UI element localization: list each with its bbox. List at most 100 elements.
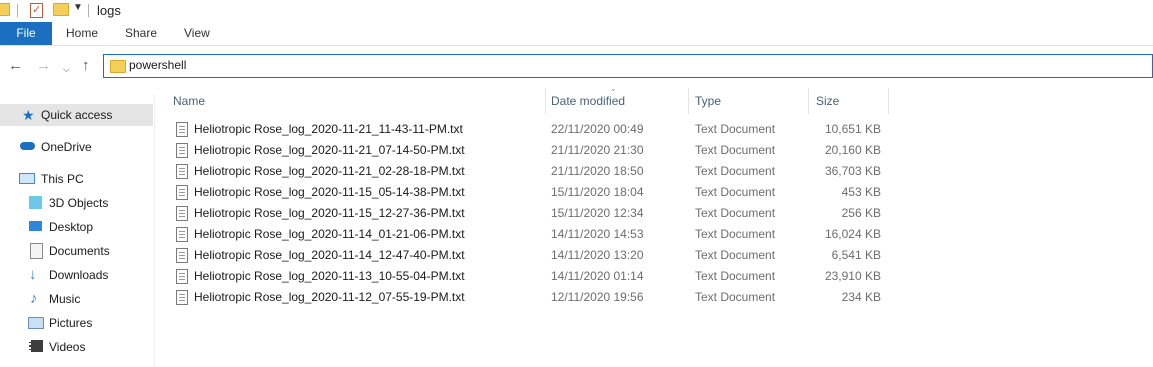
- file-date: 14/11/2020 01:14: [551, 269, 644, 283]
- column-header-size[interactable]: Size: [816, 86, 839, 116]
- file-size: 256 KB: [841, 206, 881, 220]
- nav-item-this-pc[interactable]: This PC: [0, 168, 153, 190]
- file-row[interactable]: Heliotropic Rose_log_2020-11-21_07-14-50…: [160, 140, 1153, 161]
- nav-item-label: Downloads: [49, 268, 109, 282]
- documents-icon: [30, 243, 43, 259]
- nav-item-desktop[interactable]: Desktop: [0, 216, 153, 238]
- separator: [88, 4, 89, 17]
- nav-item-label: OneDrive: [41, 140, 92, 154]
- window-title: logs: [97, 3, 121, 18]
- file-type: Text Document: [695, 227, 776, 241]
- computer-icon: [19, 173, 35, 184]
- file-type: Text Document: [695, 248, 776, 262]
- file-list: ⌄ Name Date modified Type Size Heliotrop…: [160, 84, 1153, 367]
- text-file-icon: [176, 122, 188, 137]
- customize-quick-access-icon[interactable]: ▼: [73, 2, 83, 13]
- navigation-bar: ← → ⌵ ↑ powershell: [0, 46, 1153, 86]
- file-size: 10,651 KB: [824, 122, 881, 136]
- nav-item-3d-objects[interactable]: 3D Objects: [0, 192, 153, 214]
- file-type: Text Document: [695, 290, 776, 304]
- nav-item-downloads[interactable]: ↓ Downloads: [0, 264, 153, 286]
- nav-item-label: Videos: [49, 340, 86, 354]
- nav-item-onedrive[interactable]: OneDrive: [0, 136, 153, 158]
- text-file-icon: [176, 290, 188, 305]
- file-name: Heliotropic Rose_log_2020-11-21_11-43-11…: [194, 122, 463, 136]
- file-row[interactable]: Heliotropic Rose_log_2020-11-15_12-27-36…: [160, 203, 1153, 224]
- film-icon: [29, 340, 43, 352]
- file-type: Text Document: [695, 164, 776, 178]
- address-bar[interactable]: powershell: [103, 54, 1153, 78]
- tab-home[interactable]: Home: [66, 22, 98, 45]
- text-file-icon: [176, 164, 188, 179]
- nav-item-documents[interactable]: Documents: [0, 240, 153, 262]
- nav-item-quick-access[interactable]: ★ Quick access: [0, 104, 153, 126]
- nav-item-label: This PC: [41, 172, 84, 186]
- file-row[interactable]: Heliotropic Rose_log_2020-11-21_02-28-18…: [160, 161, 1153, 182]
- file-date: 15/11/2020 18:04: [551, 185, 644, 199]
- file-size: 23,910 KB: [824, 269, 881, 283]
- file-name: Heliotropic Rose_log_2020-11-15_05-14-38…: [194, 185, 465, 199]
- nav-item-videos[interactable]: Videos: [0, 336, 153, 358]
- file-date: 14/11/2020 14:53: [551, 227, 644, 241]
- file-type: Text Document: [695, 143, 776, 157]
- file-type: Text Document: [695, 122, 776, 136]
- file-row[interactable]: Heliotropic Rose_log_2020-11-14_12-47-40…: [160, 245, 1153, 266]
- recent-locations-chevron-icon[interactable]: ⌵: [63, 59, 70, 79]
- nav-item-music[interactable]: ♪ Music: [0, 288, 153, 310]
- file-row[interactable]: Heliotropic Rose_log_2020-11-21_11-43-11…: [160, 119, 1153, 140]
- download-arrow-icon: ↓: [29, 266, 37, 283]
- file-row[interactable]: Heliotropic Rose_log_2020-11-15_05-14-38…: [160, 182, 1153, 203]
- column-divider[interactable]: [688, 88, 689, 114]
- pictures-icon: [28, 317, 44, 329]
- file-name: Heliotropic Rose_log_2020-11-13_10-55-04…: [194, 269, 465, 283]
- file-date: 22/11/2020 00:49: [551, 122, 644, 136]
- file-size: 234 KB: [841, 290, 881, 304]
- new-folder-icon[interactable]: [53, 3, 69, 16]
- tab-view[interactable]: View: [184, 22, 210, 45]
- column-divider[interactable]: [545, 88, 546, 114]
- properties-icon[interactable]: [30, 3, 43, 18]
- cube-icon: [29, 196, 42, 209]
- nav-item-label: 3D Objects: [49, 196, 109, 210]
- nav-item-label: Quick access: [41, 108, 113, 122]
- column-divider[interactable]: [808, 88, 809, 114]
- file-name: Heliotropic Rose_log_2020-11-12_07-55-19…: [194, 290, 465, 304]
- file-size: 453 KB: [841, 185, 881, 199]
- text-file-icon: [176, 185, 188, 200]
- file-name: Heliotropic Rose_log_2020-11-21_07-14-50…: [194, 143, 465, 157]
- ribbon: File Home Share View: [0, 22, 1153, 46]
- text-file-icon: [176, 227, 188, 242]
- file-row[interactable]: Heliotropic Rose_log_2020-11-13_10-55-04…: [160, 266, 1153, 287]
- tab-file[interactable]: File: [0, 22, 52, 45]
- text-file-icon: [176, 269, 188, 284]
- file-row[interactable]: Heliotropic Rose_log_2020-11-12_07-55-19…: [160, 287, 1153, 308]
- column-header-type[interactable]: Type: [695, 86, 721, 116]
- forward-arrow-icon[interactable]: →: [36, 56, 51, 76]
- file-row[interactable]: Heliotropic Rose_log_2020-11-14_01-21-06…: [160, 224, 1153, 245]
- file-size: 36,703 KB: [824, 164, 881, 178]
- back-arrow-icon[interactable]: ←: [8, 56, 23, 76]
- file-name: Heliotropic Rose_log_2020-11-15_12-27-36…: [194, 206, 465, 220]
- tab-share[interactable]: Share: [125, 22, 157, 45]
- file-date: 15/11/2020 12:34: [551, 206, 644, 220]
- text-file-icon: [176, 248, 188, 263]
- folder-icon[interactable]: [0, 3, 10, 16]
- file-type: Text Document: [695, 206, 776, 220]
- column-header-name[interactable]: Name: [173, 86, 205, 116]
- nav-item-label: Documents: [49, 244, 110, 258]
- column-header-date-modified[interactable]: Date modified: [551, 86, 625, 116]
- cloud-icon: [20, 142, 35, 150]
- file-type: Text Document: [695, 269, 776, 283]
- file-date: 12/11/2020 19:56: [551, 290, 644, 304]
- nav-item-label: Desktop: [49, 220, 94, 234]
- file-size: 6,541 KB: [831, 248, 881, 262]
- address-path: powershell: [129, 58, 187, 72]
- column-divider[interactable]: [888, 88, 889, 114]
- file-name: Heliotropic Rose_log_2020-11-21_02-28-18…: [194, 164, 465, 178]
- nav-item-pictures[interactable]: Pictures: [0, 312, 153, 334]
- file-type: Text Document: [695, 185, 776, 199]
- file-size: 20,160 KB: [824, 143, 881, 157]
- up-arrow-icon[interactable]: ↑: [82, 56, 90, 76]
- file-date: 21/11/2020 21:30: [551, 143, 644, 157]
- file-name: Heliotropic Rose_log_2020-11-14_01-21-06…: [194, 227, 465, 241]
